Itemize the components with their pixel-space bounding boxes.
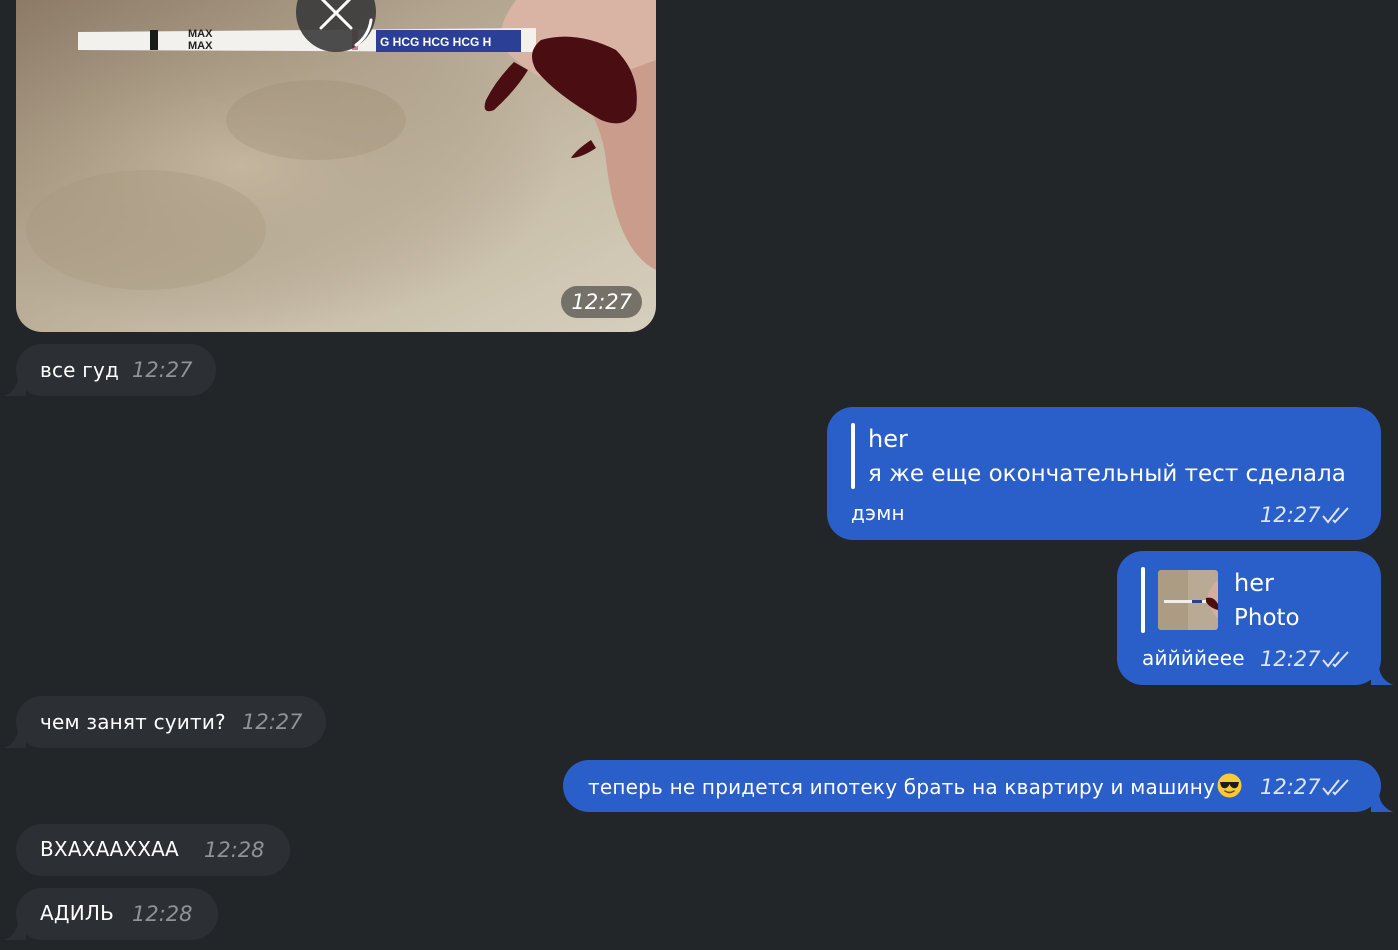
message-reply-demn[interactable]: her я же еще окончательный тест сделала … bbox=[827, 407, 1381, 540]
message-chem-zanyat[interactable]: чем занят суити? 12:27 bbox=[4, 696, 326, 748]
bubble-tail bbox=[4, 920, 26, 940]
strip-max-2: MAX bbox=[188, 40, 213, 52]
message-reply-photo[interactable]: her Photo аййййеее 12:27 bbox=[1117, 551, 1393, 685]
quote-text[interactable]: Photo bbox=[1234, 605, 1300, 631]
photo-message[interactable]: MAX MAX G HCG HCG HCG H 12:27 bbox=[16, 0, 656, 332]
quote-bar bbox=[1141, 567, 1145, 633]
message-text: теперь не придется ипотеку брать на квар… bbox=[588, 773, 1242, 799]
quote-bar bbox=[851, 423, 855, 489]
message-vse-gud[interactable]: все гуд 12:27 bbox=[4, 344, 216, 396]
double-check-icon bbox=[1322, 779, 1349, 796]
quote-author[interactable]: her bbox=[1234, 569, 1274, 597]
message-time: 12:27 bbox=[132, 358, 193, 382]
message-text: аййййеее bbox=[1142, 646, 1245, 670]
message-time: 12:27 bbox=[1260, 647, 1321, 671]
quote-photo-thumbnail[interactable] bbox=[1158, 570, 1218, 630]
photo-time: 12:27 bbox=[571, 290, 632, 314]
message-text-content: теперь не придется ипотеку брать на квар… bbox=[588, 775, 1216, 799]
quote-author[interactable]: her bbox=[868, 425, 908, 453]
quote-text[interactable]: я же еще окончательный тест сделала bbox=[868, 461, 1346, 487]
message-time: 12:27 bbox=[242, 710, 303, 734]
strip-max-1: MAX bbox=[188, 28, 213, 40]
message-text: АДИЛЬ bbox=[40, 901, 115, 925]
message-text: дэмн bbox=[851, 501, 905, 525]
message-teper[interactable]: теперь не придется ипотеку брать на квар… bbox=[563, 760, 1393, 812]
photo-time-badge: 12:27 bbox=[561, 286, 642, 318]
strip-hcg-label: G HCG HCG HCG H bbox=[380, 35, 491, 49]
photo-image[interactable]: MAX MAX G HCG HCG HCG H bbox=[16, 0, 656, 332]
double-check-icon bbox=[1322, 651, 1349, 668]
message-time: 12:27 bbox=[1260, 503, 1321, 527]
message-vhahaa[interactable]: ВХАХААХХАА 12:28 bbox=[16, 824, 290, 876]
bubble-tail bbox=[1371, 665, 1393, 685]
message-time: 12:28 bbox=[204, 838, 265, 862]
message-time: 12:28 bbox=[132, 902, 193, 926]
message-text: ВХАХААХХАА bbox=[40, 837, 179, 861]
message-time: 12:27 bbox=[1260, 775, 1321, 799]
message-text: чем занят суити? bbox=[40, 710, 226, 734]
message-adil[interactable]: АДИЛЬ 12:28 bbox=[4, 888, 218, 940]
bubble-tail bbox=[4, 376, 26, 396]
bubble-tail bbox=[1371, 792, 1393, 812]
bubble-tail bbox=[4, 728, 26, 748]
double-check-icon bbox=[1322, 507, 1349, 524]
sunglasses-emoji-icon bbox=[1217, 773, 1242, 798]
message-text: все гуд bbox=[40, 358, 120, 382]
